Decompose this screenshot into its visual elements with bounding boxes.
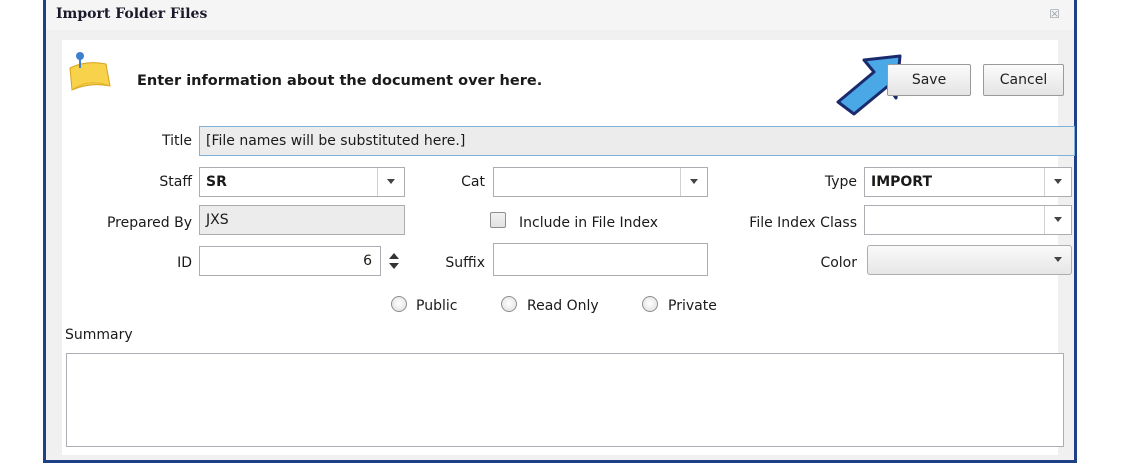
- public-radio[interactable]: [391, 296, 407, 312]
- id-label: ID: [177, 255, 192, 271]
- private-label: Private: [668, 298, 717, 314]
- chevron-down-icon[interactable]: [1044, 168, 1071, 196]
- chevron-down-icon[interactable]: [1045, 246, 1071, 274]
- staff-select[interactable]: SR: [199, 167, 405, 197]
- summary-label: Summary: [65, 327, 133, 343]
- dialog-title: Import Folder Files: [56, 6, 208, 22]
- title-label: Title: [161, 133, 192, 149]
- chevron-down-icon[interactable]: [1044, 206, 1071, 234]
- type-value: IMPORT: [871, 174, 933, 190]
- dialog-content: Enter information about the document ove…: [62, 40, 1075, 455]
- color-label: Color: [820, 255, 857, 271]
- suffix-field[interactable]: [493, 243, 708, 276]
- read-only-label: Read Only: [527, 298, 599, 314]
- staff-label: Staff: [159, 174, 192, 190]
- cancel-button[interactable]: Cancel: [983, 64, 1064, 96]
- cat-select[interactable]: [493, 167, 708, 197]
- sticky-note-pin-icon: [69, 52, 111, 91]
- file-index-class-select[interactable]: [864, 205, 1072, 235]
- summary-textarea[interactable]: [66, 353, 1064, 447]
- suffix-label: Suffix: [445, 255, 485, 271]
- color-select[interactable]: [867, 245, 1072, 275]
- include-in-file-index-checkbox[interactable]: [490, 212, 506, 228]
- type-label: Type: [824, 174, 857, 190]
- spin-up-icon[interactable]: [389, 253, 399, 259]
- title-field[interactable]: [File names will be substituted here.]: [199, 126, 1075, 156]
- chevron-down-icon[interactable]: [680, 168, 707, 196]
- prepared-by-field: JXS: [199, 205, 405, 235]
- type-select[interactable]: IMPORT: [864, 167, 1072, 197]
- title-bar: Import Folder Files ☒: [46, 0, 1074, 30]
- import-folder-files-dialog: Import Folder Files ☒ Enter information …: [43, 0, 1077, 463]
- save-button[interactable]: Save: [887, 64, 971, 96]
- cat-label: Cat: [461, 174, 485, 190]
- dialog-heading: Enter information about the document ove…: [137, 73, 543, 89]
- include-in-file-index-label: Include in File Index: [519, 215, 659, 231]
- file-index-class-label: File Index Class: [749, 215, 857, 231]
- spin-down-icon[interactable]: [389, 263, 399, 269]
- close-icon[interactable]: ☒: [1049, 7, 1060, 21]
- read-only-radio[interactable]: [501, 296, 517, 312]
- public-label: Public: [416, 298, 458, 314]
- prepared-by-label: Prepared By: [106, 215, 192, 231]
- id-spinner[interactable]: [383, 246, 403, 276]
- id-field[interactable]: 6: [199, 246, 381, 276]
- chevron-down-icon[interactable]: [377, 168, 404, 196]
- private-radio[interactable]: [642, 296, 658, 312]
- staff-value: SR: [206, 174, 227, 190]
